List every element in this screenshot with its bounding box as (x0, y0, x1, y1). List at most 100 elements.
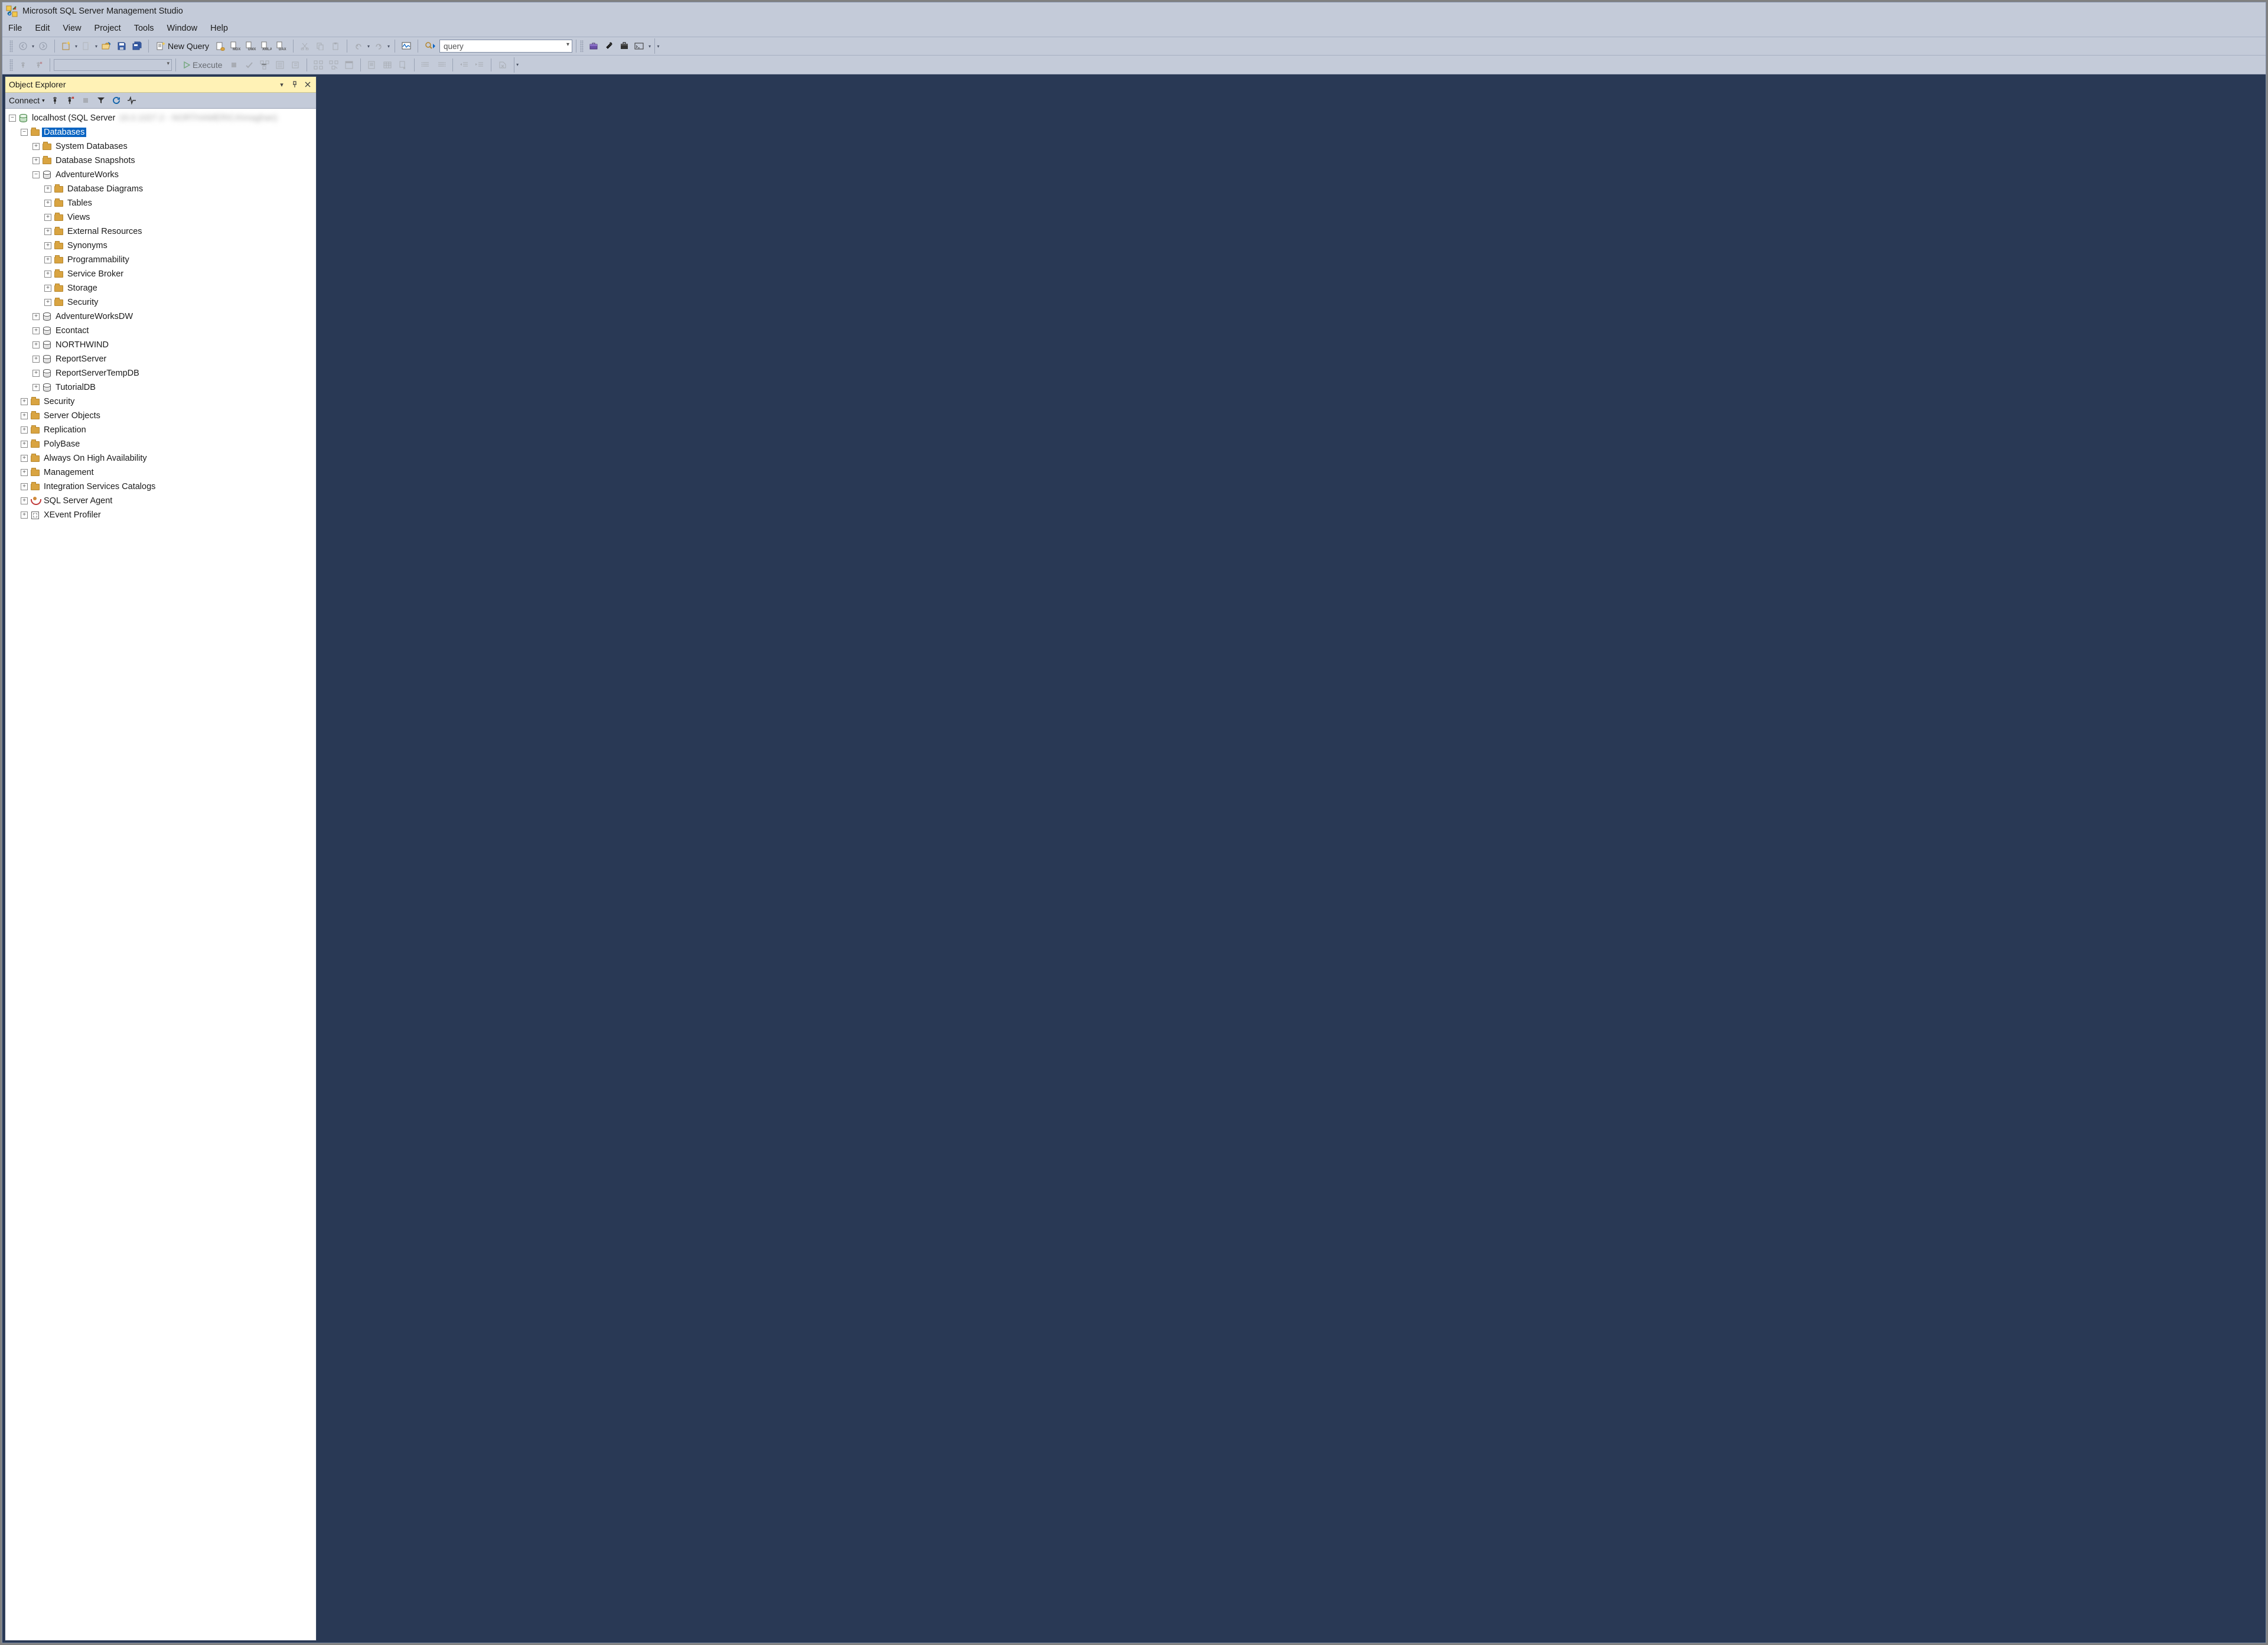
xmla-query-button[interactable]: XMLA (260, 40, 273, 53)
available-databases-combo[interactable] (54, 59, 172, 71)
tree-service-broker[interactable]: +Service Broker (6, 267, 315, 281)
expand-icon[interactable]: + (32, 157, 40, 164)
collapse-icon[interactable]: − (9, 115, 16, 122)
command-window-caret[interactable]: ▾ (647, 40, 652, 53)
tree-always-on[interactable]: +Always On High Availability (6, 451, 315, 465)
menu-window[interactable]: Window (167, 24, 198, 33)
toolbar-grip-icon[interactable] (9, 40, 13, 52)
tree-system-databases[interactable]: + System Databases (6, 139, 315, 154)
new-item-caret[interactable]: ▾ (94, 40, 99, 53)
expand-icon[interactable]: + (21, 412, 28, 419)
menu-view[interactable]: View (63, 24, 81, 33)
results-to-grid-button[interactable] (381, 58, 394, 71)
expand-icon[interactable]: + (32, 384, 40, 391)
menu-tools[interactable]: Tools (134, 24, 154, 33)
tree-sql-agent[interactable]: +SQL Server Agent (6, 494, 315, 508)
tree-db-diagrams[interactable]: +Database Diagrams (6, 182, 315, 196)
tree-db-adventureworks[interactable]: − AdventureWorks (6, 168, 315, 182)
collapse-icon[interactable]: − (32, 171, 40, 178)
connect-button[interactable]: Connect▾ (9, 96, 45, 105)
expand-icon[interactable]: + (44, 256, 51, 263)
tree-database-snapshots[interactable]: + Database Snapshots (6, 154, 315, 168)
tree-db-tutorialdb[interactable]: +TutorialDB (6, 380, 315, 395)
menu-help[interactable]: Help (210, 24, 228, 33)
tree-db-econtact[interactable]: +Econtact (6, 324, 315, 338)
change-connection-button[interactable] (17, 58, 30, 71)
find-button[interactable] (423, 40, 438, 53)
toolbar-grip-icon[interactable] (9, 59, 13, 71)
include-live-stats-button[interactable] (327, 58, 340, 71)
expand-icon[interactable]: + (44, 285, 51, 292)
undo-caret[interactable]: ▾ (366, 40, 371, 53)
nav-forward-button[interactable] (37, 40, 50, 53)
nav-back-caret[interactable]: ▾ (31, 40, 35, 53)
disconnect-button[interactable] (32, 58, 45, 71)
new-project-caret[interactable]: ▾ (74, 40, 79, 53)
expand-icon[interactable]: + (44, 185, 51, 193)
expand-icon[interactable]: + (32, 341, 40, 348)
uncomment-button[interactable] (435, 58, 448, 71)
parse-button[interactable] (243, 58, 256, 71)
nav-back-button[interactable] (17, 40, 30, 53)
dmx-query-button[interactable]: DMX (245, 40, 258, 53)
menu-file[interactable]: File (8, 24, 22, 33)
tree-server-objects[interactable]: +Server Objects (6, 409, 315, 423)
refresh-oe-icon[interactable] (111, 95, 122, 106)
menu-project[interactable]: Project (94, 24, 121, 33)
tree-replication[interactable]: +Replication (6, 423, 315, 437)
stop-oe-icon[interactable] (80, 95, 91, 106)
window-position-button[interactable]: ▾ (277, 80, 286, 89)
query-options-button[interactable] (273, 58, 286, 71)
collapse-icon[interactable]: − (21, 129, 28, 136)
tools-options-button[interactable] (602, 40, 615, 53)
toolbox-button[interactable] (587, 40, 600, 53)
expand-icon[interactable]: + (32, 356, 40, 363)
expand-icon[interactable]: + (21, 455, 28, 462)
expand-icon[interactable]: + (21, 441, 28, 448)
intellisense-button[interactable] (289, 58, 302, 71)
close-panel-button[interactable] (303, 80, 312, 89)
new-query-button[interactable]: New Query (152, 39, 213, 53)
comment-button[interactable] (419, 58, 432, 71)
connect-oe-icon[interactable] (50, 95, 60, 106)
paste-button[interactable] (329, 40, 342, 53)
expand-icon[interactable]: + (21, 512, 28, 519)
expand-icon[interactable]: + (21, 483, 28, 490)
mdx-query-button[interactable]: MDX (229, 40, 242, 53)
expand-icon[interactable]: + (44, 299, 51, 306)
expand-icon[interactable]: + (44, 214, 51, 221)
command-window-button[interactable] (633, 40, 646, 53)
decrease-indent-button[interactable] (458, 58, 471, 71)
toolbar2-overflow-caret[interactable]: ▾ (514, 57, 519, 73)
activity-monitor-button[interactable] (400, 40, 413, 53)
tree-external-resources[interactable]: +External Resources (6, 224, 315, 239)
tree-views[interactable]: +Views (6, 210, 315, 224)
tree-storage[interactable]: +Storage (6, 281, 315, 295)
expand-icon[interactable]: + (44, 200, 51, 207)
cancel-query-button[interactable] (227, 58, 240, 71)
tree-programmability[interactable]: +Programmability (6, 253, 315, 267)
tree-db-northwind[interactable]: +NORTHWIND (6, 338, 315, 352)
new-project-button[interactable] (60, 40, 73, 53)
specify-template-values-button[interactable] (496, 58, 509, 71)
tree-integration-services[interactable]: +Integration Services Catalogs (6, 480, 315, 494)
tree-server-node[interactable]: − localhost (SQL Server 16.0.1027.2 - NO… (6, 111, 315, 125)
tree-xevent-profiler[interactable]: +XEvent Profiler (6, 508, 315, 522)
redo-button[interactable] (372, 40, 385, 53)
toolbar-overflow-caret[interactable]: ▾ (654, 38, 659, 54)
expand-icon[interactable]: + (32, 327, 40, 334)
activity-oe-icon[interactable] (126, 95, 137, 106)
object-explorer-tree[interactable]: − localhost (SQL Server 16.0.1027.2 - NO… (5, 109, 316, 1640)
new-item-button[interactable] (80, 40, 93, 53)
include-client-stats-button[interactable] (343, 58, 356, 71)
copy-button[interactable] (314, 40, 327, 53)
expand-icon[interactable]: + (21, 469, 28, 476)
expand-icon[interactable]: + (44, 228, 51, 235)
tree-management[interactable]: +Management (6, 465, 315, 480)
toolbar-grip-icon[interactable] (580, 40, 584, 52)
database-engine-query-button[interactable] (214, 40, 227, 53)
expand-icon[interactable]: + (21, 497, 28, 504)
expand-icon[interactable]: + (32, 313, 40, 320)
expand-icon[interactable]: + (32, 143, 40, 150)
increase-indent-button[interactable] (473, 58, 486, 71)
